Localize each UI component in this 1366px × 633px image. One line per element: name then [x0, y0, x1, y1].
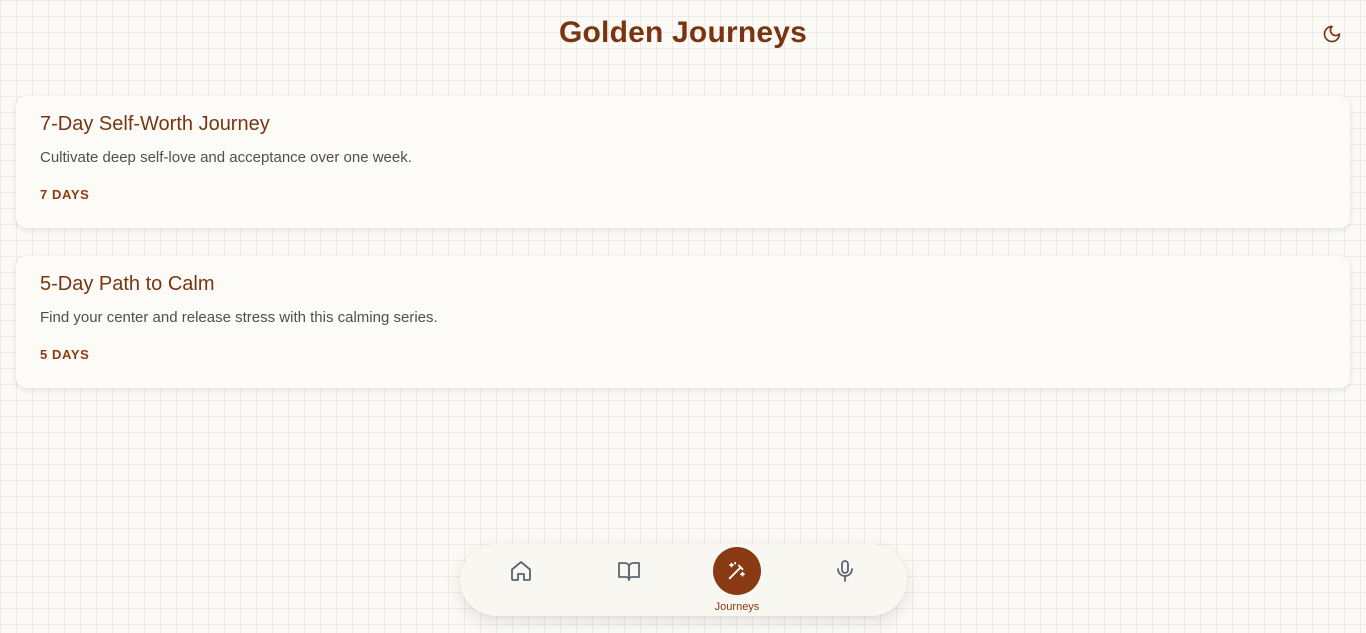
app-header: Golden Journeys — [0, 0, 1366, 72]
journey-duration: 5 DAYS — [40, 347, 90, 362]
journey-title: 5-Day Path to Calm — [40, 273, 215, 295]
journey-description: Cultivate deep self-love and acceptance … — [40, 149, 412, 166]
nav-active-indicator — [713, 547, 761, 595]
page-title: Golden Journeys — [558, 16, 808, 49]
theme-toggle-button[interactable] — [1320, 22, 1344, 46]
microphone-icon — [837, 560, 853, 582]
home-icon — [511, 561, 531, 581]
journey-card-path-to-calm[interactable]: 5-Day Path to Calm Find your center and … — [16, 256, 1350, 388]
journey-description: Find your center and release stress with… — [40, 309, 438, 326]
nav-item-voice[interactable] — [815, 544, 875, 616]
nav-item-home[interactable] — [491, 544, 551, 616]
journey-list: 7-Day Self-Worth Journey Cultivate deep … — [16, 96, 1350, 416]
book-open-icon — [618, 562, 640, 581]
journey-duration: 7 DAYS — [40, 187, 90, 202]
journey-title: 7-Day Self-Worth Journey — [40, 113, 270, 135]
nav-item-journeys[interactable]: Journeys — [707, 544, 767, 616]
magic-wand-icon — [728, 561, 745, 580]
moon-icon — [1323, 25, 1341, 43]
nav-item-library[interactable] — [599, 544, 659, 616]
bottom-nav: Journeys — [460, 544, 907, 616]
journey-card-self-worth[interactable]: 7-Day Self-Worth Journey Cultivate deep … — [16, 96, 1350, 228]
nav-label-journeys: Journeys — [714, 601, 760, 613]
